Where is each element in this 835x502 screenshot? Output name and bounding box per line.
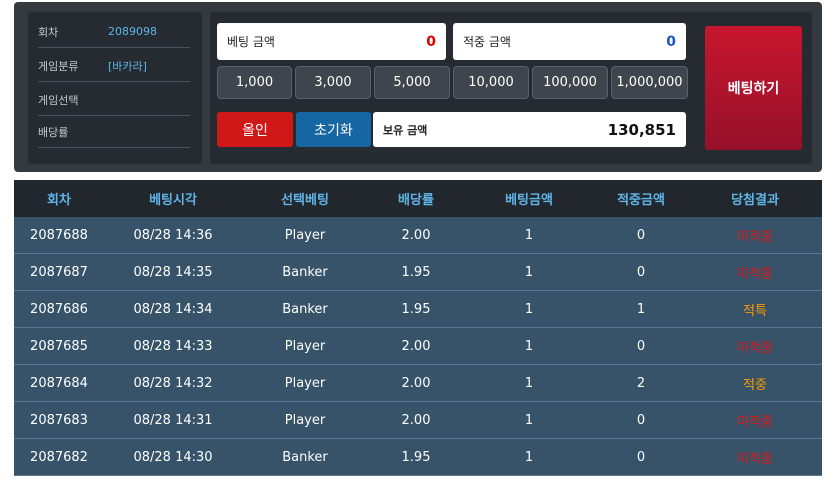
chip-button-1000000[interactable]: 1,000,000 bbox=[611, 66, 688, 99]
column-header: 베팅시각 bbox=[149, 193, 197, 208]
win-amount-label: 적중 금액 bbox=[463, 35, 511, 49]
table-row: 2087683 08/28 14:31 Player 2.00 1 0 미적중 bbox=[14, 402, 822, 439]
cell-win: 2 bbox=[636, 375, 646, 391]
reset-button[interactable]: 초기화 bbox=[296, 112, 371, 147]
cell-odds: 2.00 bbox=[401, 412, 431, 428]
cell-pick: Banker bbox=[282, 264, 328, 280]
info-label: 배당률 bbox=[38, 125, 69, 139]
cell-bet: 1 bbox=[524, 264, 534, 280]
cell-pick: Banker bbox=[282, 301, 328, 317]
table-row: 2087685 08/28 14:33 Player 2.00 1 0 미적중 bbox=[14, 328, 822, 365]
column-header: 선택베팅 bbox=[281, 193, 329, 208]
game-info-box: 회차 2089098 게임분류 [바카라] 게임선택 배당률 bbox=[28, 12, 202, 164]
chip-button-100000[interactable]: 100,000 bbox=[532, 66, 608, 99]
cell-odds: 2.00 bbox=[401, 227, 431, 243]
cell-round: 2087682 bbox=[30, 449, 88, 465]
table-row: 2087687 08/28 14:35 Banker 1.95 1 0 미적중 bbox=[14, 254, 822, 291]
cell-round: 2087684 bbox=[30, 375, 88, 391]
column-header: 회차 bbox=[47, 193, 71, 208]
cell-win: 1 bbox=[636, 301, 646, 317]
cell-bet: 1 bbox=[524, 227, 534, 243]
info-row-odds: 배당률 bbox=[38, 116, 190, 148]
cell-win: 0 bbox=[636, 227, 646, 243]
cell-result: 미적중 bbox=[737, 340, 773, 356]
column-header: 베팅금액 bbox=[505, 193, 553, 208]
cell-time: 08/28 14:34 bbox=[133, 301, 213, 317]
cell-round: 2087688 bbox=[30, 227, 88, 243]
cell-odds: 2.00 bbox=[401, 338, 431, 354]
column-header: 적중금액 bbox=[617, 193, 665, 208]
bet-amount-field[interactable]: 베팅 금액 0 bbox=[217, 23, 446, 60]
cell-odds: 1.95 bbox=[401, 449, 431, 465]
cell-odds: 1.95 bbox=[401, 264, 431, 280]
chip-button-3000[interactable]: 3,000 bbox=[295, 66, 371, 99]
win-amount-field: 적중 금액 0 bbox=[453, 23, 686, 60]
column-header: 당첨결과 bbox=[731, 193, 779, 208]
holding-amount-field: 보유 금액 130,851 bbox=[373, 112, 686, 147]
cell-win: 0 bbox=[636, 412, 646, 428]
cell-result: 미적중 bbox=[737, 414, 773, 430]
cell-result: 적중 bbox=[743, 377, 767, 393]
table-row: 2087684 08/28 14:32 Player 2.00 1 2 적중 bbox=[14, 365, 822, 402]
info-row-game-type: 게임분류 [바카라] bbox=[38, 50, 190, 82]
info-label: 게임선택 bbox=[38, 93, 79, 107]
table-row: 2087688 08/28 14:36 Player 2.00 1 0 미적중 bbox=[14, 217, 822, 254]
bet-amount-label: 베팅 금액 bbox=[227, 35, 275, 49]
game-type: [바카라] bbox=[108, 59, 147, 73]
cell-win: 0 bbox=[636, 449, 646, 465]
cell-pick: Player bbox=[284, 338, 326, 354]
info-row-game-select: 게임선택 bbox=[38, 84, 190, 116]
chip-button-1000[interactable]: 1,000 bbox=[217, 66, 292, 99]
chip-button-10000[interactable]: 10,000 bbox=[453, 66, 529, 99]
all-in-button[interactable]: 올인 bbox=[217, 112, 293, 147]
cell-pick: Player bbox=[284, 375, 326, 391]
bet-amount-value: 0 bbox=[426, 33, 436, 50]
cell-bet: 1 bbox=[524, 412, 534, 428]
cell-time: 08/28 14:36 bbox=[133, 227, 213, 243]
cell-round: 2087687 bbox=[30, 264, 88, 280]
cell-time: 08/28 14:31 bbox=[133, 412, 213, 428]
chip-button-5000[interactable]: 5,000 bbox=[374, 66, 450, 99]
bet-history-table: 회차 베팅시각 선택베팅 배당률 베팅금액 적중금액 당첨결과 2087688 0… bbox=[14, 180, 822, 476]
cell-win: 0 bbox=[636, 264, 646, 280]
cell-round: 2087683 bbox=[30, 412, 88, 428]
table-row: 2087682 08/28 14:30 Banker 1.95 1 0 미적중 bbox=[14, 439, 822, 476]
cell-round: 2087686 bbox=[30, 301, 88, 317]
info-label: 회차 bbox=[38, 25, 59, 39]
holding-amount-label: 보유 금액 bbox=[383, 123, 428, 137]
cell-win: 0 bbox=[636, 338, 646, 354]
cell-result: 적특 bbox=[743, 303, 767, 319]
place-bet-button[interactable]: 베팅하기 bbox=[705, 26, 802, 150]
cell-bet: 1 bbox=[524, 375, 534, 391]
column-header: 배당률 bbox=[398, 193, 434, 208]
cell-time: 08/28 14:32 bbox=[133, 375, 213, 391]
cell-bet: 1 bbox=[524, 338, 534, 354]
cell-pick: Player bbox=[284, 227, 326, 243]
cell-pick: Banker bbox=[282, 449, 328, 465]
holding-amount-value: 130,851 bbox=[607, 120, 676, 139]
cell-time: 08/28 14:30 bbox=[133, 449, 213, 465]
table-row: 2087686 08/28 14:34 Banker 1.95 1 1 적특 bbox=[14, 291, 822, 328]
round-number: 2089098 bbox=[108, 25, 157, 38]
cell-time: 08/28 14:33 bbox=[133, 338, 213, 354]
table-header: 회차 베팅시각 선택베팅 배당률 베팅금액 적중금액 당첨결과 bbox=[14, 180, 822, 217]
cell-odds: 1.95 bbox=[401, 301, 431, 317]
cell-odds: 2.00 bbox=[401, 375, 431, 391]
cell-time: 08/28 14:35 bbox=[133, 264, 213, 280]
cell-bet: 1 bbox=[524, 449, 534, 465]
cell-bet: 1 bbox=[524, 301, 534, 317]
cell-result: 미적중 bbox=[737, 451, 773, 467]
cell-result: 미적중 bbox=[737, 266, 773, 282]
win-amount-value: 0 bbox=[666, 33, 676, 50]
cell-round: 2087685 bbox=[30, 338, 88, 354]
cell-pick: Player bbox=[284, 412, 326, 428]
info-label: 게임분류 bbox=[38, 59, 79, 73]
info-row-round: 회차 2089098 bbox=[38, 16, 190, 48]
cell-result: 미적중 bbox=[737, 229, 773, 245]
